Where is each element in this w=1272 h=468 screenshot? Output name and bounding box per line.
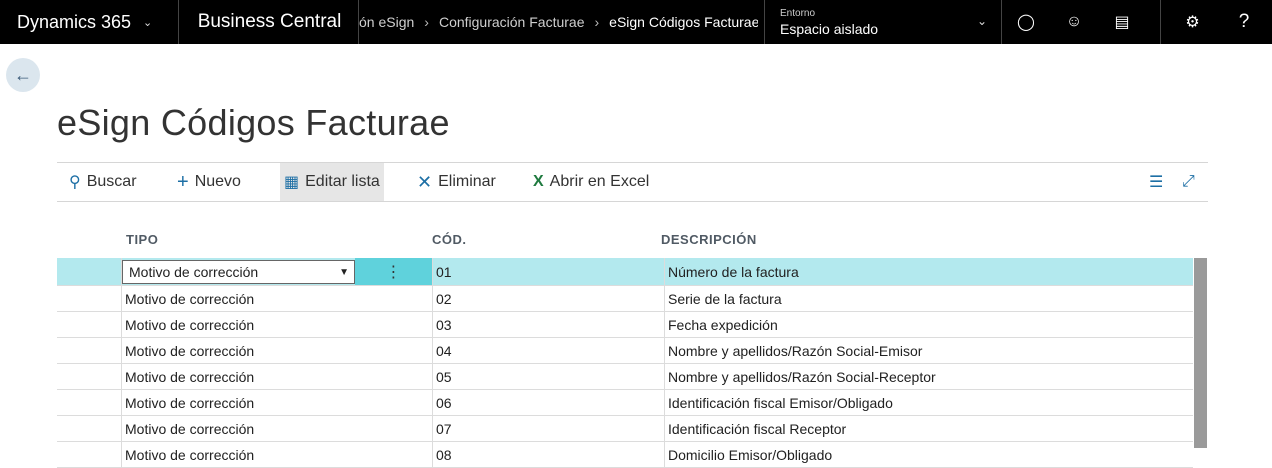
breadcrumb-current: eSign Códigos Facturae — [609, 14, 758, 30]
descripcion-cell[interactable]: Identificación fiscal Receptor — [664, 416, 1193, 441]
top-bar: Dynamics 365 ⌄ Business Central ón eSign… — [0, 0, 1272, 44]
breadcrumb-item[interactable]: ón eSign — [359, 14, 414, 30]
tipo-cell[interactable]: Motivo de corrección — [122, 416, 355, 441]
new-label: Nuevo — [194, 173, 241, 190]
row-selector[interactable] — [57, 364, 122, 389]
table-row[interactable]: Motivo de corrección ▼ ⋮ 01 Número de la… — [57, 258, 1193, 286]
table-body: Motivo de corrección ▼ ⋮ 01 Número de la… — [57, 258, 1193, 468]
descripcion-cell[interactable]: Serie de la factura — [664, 286, 1193, 311]
tipo-select-value: Motivo de corrección — [129, 264, 259, 280]
cod-cell[interactable]: 06 — [432, 390, 664, 415]
help-icon[interactable]: ? — [1220, 0, 1268, 44]
search-button[interactable]: ⚲ Buscar — [65, 163, 141, 201]
row-selector[interactable] — [57, 312, 122, 337]
dropdown-arrow-icon: ▼ — [339, 266, 349, 278]
tipo-cell[interactable]: Motivo de corrección — [122, 312, 355, 337]
cod-cell[interactable]: 08 — [432, 442, 664, 467]
delete-button[interactable]: ✕ Eliminar — [413, 163, 500, 201]
tipo-cell[interactable]: Motivo de corrección — [122, 442, 355, 467]
table-row[interactable]: Motivo de corrección 02 Serie de la fact… — [57, 286, 1193, 312]
descripcion-cell[interactable]: Número de la factura — [664, 258, 1193, 285]
cod-cell[interactable]: 04 — [432, 338, 664, 363]
chevron-right-icon: › — [594, 14, 600, 30]
arrow-left-icon: ← — [14, 64, 32, 85]
delete-label: Eliminar — [438, 173, 496, 190]
new-button[interactable]: + Nuevo — [173, 163, 245, 201]
cod-cell[interactable]: 03 — [432, 312, 664, 337]
breadcrumb: ón eSign › Configuración Facturae › eSig… — [358, 0, 758, 44]
gear-icon[interactable]: ⚙ — [1160, 0, 1224, 44]
action-bar: ⚲ Buscar + Nuevo ▦ Editar lista ✕ Elimin… — [57, 162, 1208, 202]
list-view-icon[interactable]: ☰ — [1149, 163, 1163, 201]
lightbulb-icon[interactable]: ◯ — [1002, 0, 1050, 44]
product-name[interactable]: Business Central — [179, 0, 360, 44]
plus-icon: + — [177, 170, 189, 193]
environment-selector[interactable]: Entorno Espacio aislado ⌄ — [764, 0, 1002, 44]
row-selector[interactable] — [57, 390, 122, 415]
tipo-cell[interactable]: Motivo de corrección — [122, 338, 355, 363]
descripcion-cell[interactable]: Identificación fiscal Emisor/Obligado — [664, 390, 1193, 415]
tipo-select[interactable]: Motivo de corrección ▼ — [122, 260, 355, 284]
excel-icon: X — [533, 173, 544, 190]
row-selector[interactable] — [57, 286, 122, 311]
row-selector[interactable] — [57, 416, 122, 441]
column-header-cod[interactable]: CÓD. — [432, 232, 467, 247]
descripcion-cell[interactable]: Nombre y apellidos/Razón Social-Emisor — [664, 338, 1193, 363]
row-selector[interactable] — [57, 258, 122, 285]
search-icon: ⚲ — [69, 174, 81, 191]
edit-list-label: Editar lista — [305, 173, 380, 190]
vertical-scrollbar[interactable] — [1194, 258, 1207, 448]
breadcrumb-item[interactable]: Configuración Facturae — [439, 14, 585, 30]
tipo-cell[interactable]: Motivo de corrección — [122, 364, 355, 389]
back-button[interactable]: ← — [6, 58, 40, 92]
search-label: Buscar — [86, 173, 137, 190]
chevron-down-icon: ⌄ — [976, 14, 987, 28]
feedback-icon[interactable]: ▤ — [1098, 0, 1146, 44]
descripcion-cell[interactable]: Nombre y apellidos/Razón Social-Receptor — [664, 364, 1193, 389]
open-excel-label: Abrir en Excel — [549, 173, 650, 190]
collapse-icon[interactable]: ⤢ — [1182, 163, 1195, 201]
table-row[interactable]: Motivo de corrección 07 Identificación f… — [57, 416, 1193, 442]
table-row[interactable]: Motivo de corrección 05 Nombre y apellid… — [57, 364, 1193, 390]
smiley-icon[interactable]: ☺ — [1050, 0, 1098, 44]
table-row[interactable]: Motivo de corrección 03 Fecha expedición — [57, 312, 1193, 338]
environment-value: Espacio aislado — [780, 20, 879, 37]
descripcion-cell[interactable]: Domicilio Emisor/Obligado — [664, 442, 1193, 467]
table-row[interactable]: Motivo de corrección 06 Identificación f… — [57, 390, 1193, 416]
environment-label: Entorno — [780, 7, 816, 19]
descripcion-cell[interactable]: Fecha expedición — [664, 312, 1193, 337]
column-header-tipo[interactable]: TIPO — [126, 232, 158, 247]
row-selector[interactable] — [57, 442, 122, 467]
column-header-descripcion[interactable]: DESCRIPCIÓN — [661, 232, 757, 247]
tipo-cell[interactable]: Motivo de corrección — [122, 390, 355, 415]
delete-icon: ✕ — [417, 171, 433, 192]
page-title: eSign Códigos Facturae — [57, 102, 450, 143]
chevron-right-icon: › — [424, 14, 429, 30]
tipo-cell[interactable]: Motivo de corrección — [122, 286, 355, 311]
app-name: Dynamics 365 — [17, 11, 132, 32]
row-selector[interactable] — [57, 338, 122, 363]
open-excel-button[interactable]: X Abrir en Excel — [529, 163, 653, 201]
app-launcher-button[interactable]: Dynamics 365 ⌄ — [0, 0, 179, 44]
chevron-down-icon: ⌄ — [143, 16, 153, 29]
edit-list-icon: ▦ — [284, 174, 300, 191]
cod-cell[interactable]: 01 — [432, 258, 664, 285]
row-actions-icon[interactable]: ⋮ — [355, 258, 432, 285]
cod-cell[interactable]: 02 — [432, 286, 664, 311]
cod-cell[interactable]: 05 — [432, 364, 664, 389]
cod-cell[interactable]: 07 — [432, 416, 664, 441]
table-row[interactable]: Motivo de corrección 04 Nombre y apellid… — [57, 338, 1193, 364]
edit-list-button[interactable]: ▦ Editar lista — [280, 163, 384, 201]
table-row[interactable]: Motivo de corrección 08 Domicilio Emisor… — [57, 442, 1193, 468]
